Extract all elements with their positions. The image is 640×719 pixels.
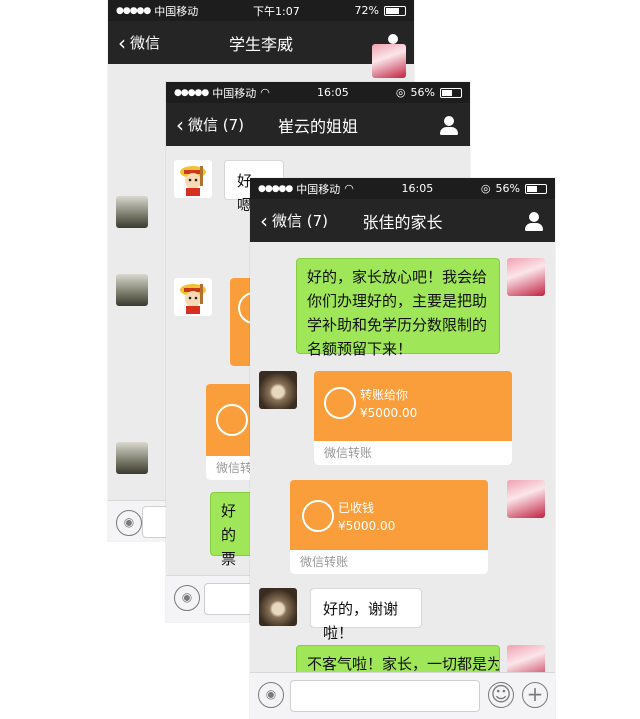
check-circle-icon	[216, 404, 248, 436]
contact-profile-icon[interactable]	[523, 210, 545, 232]
transfer-card[interactable]: 已收钱 ¥5000.00 微信转账	[290, 480, 488, 574]
transfer-icon	[324, 387, 356, 419]
message-bubble: 好的，谢谢啦！	[310, 588, 422, 642]
chevron-left-icon: ‹	[176, 112, 184, 137]
input-toolbar: ◉ ☺ +	[250, 672, 555, 719]
check-circle-icon	[302, 500, 334, 532]
back-button[interactable]: ‹ 微信 (7)	[176, 114, 244, 135]
battery-level: 56%	[410, 86, 435, 99]
contact-profile-icon[interactable]	[438, 114, 460, 136]
emoji-icon[interactable]: ☺	[488, 682, 514, 708]
wifi-icon: ◠	[344, 182, 354, 195]
message-input[interactable]	[290, 680, 480, 712]
contact-avatar[interactable]	[174, 278, 212, 316]
navigation-bar: ‹ 微信 (7) 崔云的姐姐	[166, 103, 470, 146]
back-label: 微信 (7)	[272, 212, 329, 230]
transfer-title: 转账给你	[360, 388, 409, 402]
chevron-left-icon: ‹	[260, 208, 268, 233]
back-label: 微信 (7)	[188, 116, 245, 134]
student-avatar[interactable]	[116, 196, 148, 228]
carrier: 中国移动	[212, 86, 257, 100]
chat-window-zhang-jia: ●●●●● 中国移动 ◠ 16:05 ◎ 56% ‹ 微信 (7) 张佳的家长 好的，家…	[250, 178, 555, 719]
self-avatar[interactable]	[507, 480, 545, 518]
navigation-bar: ‹ 微信 (7) 张佳的家长	[250, 199, 555, 242]
transfer-title: 已收钱	[338, 501, 375, 515]
battery-level: 56%	[495, 182, 520, 195]
signal-icon: ●●●●●	[174, 87, 209, 98]
chevron-left-icon: ‹	[118, 30, 126, 55]
message-input[interactable]	[204, 583, 254, 615]
wifi-icon: ◠	[260, 86, 270, 99]
student-avatar[interactable]	[116, 274, 148, 306]
student-avatar[interactable]	[116, 442, 148, 474]
cartoon-avatar-icon	[180, 284, 206, 314]
battery-icon	[439, 87, 462, 98]
parent-avatar[interactable]	[259, 588, 297, 626]
carrier: 中国移动	[296, 182, 341, 196]
lock-icon: ◎	[395, 86, 406, 99]
status-bar: ●●●●● 中国移动 下午1:07 72%	[108, 0, 414, 21]
voice-icon[interactable]: ◉	[116, 510, 142, 536]
navigation-bar: ‹ 微信 学生李威	[108, 21, 414, 64]
clock: 下午1:07	[253, 4, 300, 18]
transfer-footer: 微信转账	[290, 550, 488, 574]
transfer-amount: ¥5000.00	[338, 519, 396, 533]
carrier: 中国移动	[154, 4, 199, 18]
lock-icon: ◎	[480, 182, 491, 195]
parent-avatar[interactable]	[259, 371, 297, 409]
transfer-amount: ¥5000.00	[360, 406, 418, 420]
self-avatar[interactable]	[507, 258, 545, 296]
transfer-footer: 微信转账	[314, 441, 512, 465]
back-button[interactable]: ‹ 微信 (7)	[260, 210, 328, 231]
back-button[interactable]: ‹ 微信	[118, 32, 160, 53]
contact-avatar[interactable]	[174, 160, 212, 198]
plus-icon[interactable]: +	[522, 682, 548, 708]
status-bar: ●●●●● 中国移动 ◠ 16:05 ◎ 56%	[250, 178, 555, 199]
message-bubble: 好的，家长放心吧！我会给你们办理好的，主要是把助学补助和免学历分数限制的名额预留…	[296, 258, 500, 358]
cartoon-avatar-icon	[180, 166, 206, 196]
clock: 16:05	[401, 182, 434, 195]
battery-icon	[524, 183, 547, 194]
back-label: 微信	[130, 34, 161, 52]
voice-icon[interactable]: ◉	[258, 682, 284, 708]
battery-level: 72%	[354, 4, 379, 17]
signal-icon: ●●●●●	[116, 5, 151, 16]
signal-icon: ●●●●●	[258, 183, 293, 194]
self-avatar[interactable]	[372, 44, 406, 78]
battery-icon	[383, 5, 406, 16]
message-text: 好的	[221, 502, 237, 544]
status-bar: ●●●●● 中国移动 ◠ 16:05 ◎ 56%	[166, 82, 470, 103]
voice-icon[interactable]: ◉	[174, 585, 200, 611]
clock: 16:05	[317, 86, 349, 99]
transfer-card[interactable]: 转账给你 ¥5000.00 微信转账	[314, 371, 512, 465]
